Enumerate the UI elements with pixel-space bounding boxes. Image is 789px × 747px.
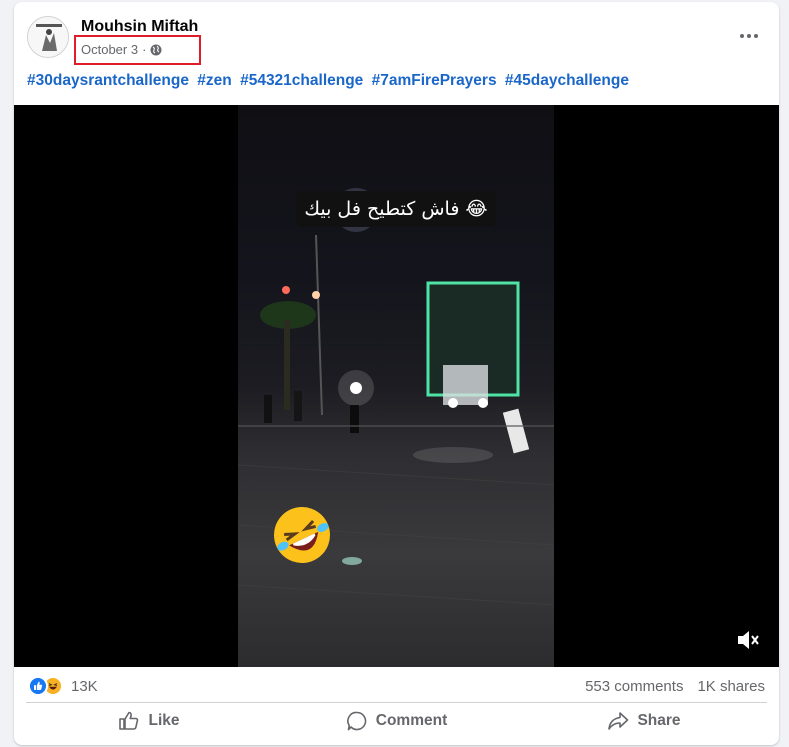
comment-icon <box>346 711 367 731</box>
comments-count[interactable]: 553 comments <box>585 678 683 695</box>
share-label: Share <box>637 712 681 729</box>
actions-divider <box>26 702 767 703</box>
reactions-summary[interactable]: 13K <box>28 676 98 696</box>
video-player[interactable]: فاش كتطيح فل بيك 😂 <box>14 105 779 667</box>
share-button[interactable]: Share <box>521 704 767 738</box>
rolling-laughing-emoji <box>274 507 330 563</box>
volume-muted-icon[interactable] <box>735 627 761 653</box>
like-button[interactable]: Like <box>26 704 272 738</box>
video-caption: فاش كتطيح فل بيك 😂 <box>296 191 496 227</box>
post-card: Mouhsin Miftah October 3 · #30daysrantch… <box>14 2 779 745</box>
video-scene <box>238 188 554 606</box>
more-options-icon[interactable] <box>735 24 763 48</box>
post-stats: 13K 553 comments 1K shares <box>14 670 779 704</box>
post-actions: Like Comment Share <box>14 704 779 742</box>
avatar[interactable] <box>27 16 69 58</box>
hashtag-link[interactable]: #7amFirePrayers <box>372 72 497 89</box>
like-icon <box>28 676 48 696</box>
hashtag-link[interactable]: #45daychallenge <box>505 72 629 89</box>
like-icon <box>119 711 139 730</box>
post-header: Mouhsin Miftah October 3 · <box>14 2 779 66</box>
reaction-count: 13K <box>71 677 98 695</box>
shares-count[interactable]: 1K shares <box>697 678 765 695</box>
engagement-counts: 553 comments 1K shares <box>585 678 765 695</box>
hashtag-link[interactable]: #zen <box>197 72 231 89</box>
video-frame[interactable]: فاش كتطيح فل بيك 😂 <box>238 105 554 667</box>
like-label: Like <box>148 712 180 729</box>
hashtag-link[interactable]: #54321challenge <box>240 72 363 89</box>
share-icon <box>608 712 629 730</box>
post-hashtags: #30daysrantchallenge #zen #54321challeng… <box>27 72 633 90</box>
comment-label: Comment <box>375 712 448 729</box>
hashtag-link[interactable]: #30daysrantchallenge <box>27 72 189 89</box>
tears-of-joy-emoji: 😂 <box>465 198 488 220</box>
author-name[interactable]: Mouhsin Miftah <box>81 18 198 36</box>
comment-button[interactable]: Comment <box>274 704 520 738</box>
date-highlight-box <box>74 35 201 65</box>
caption-text: فاش كتطيح فل بيك <box>304 198 460 220</box>
